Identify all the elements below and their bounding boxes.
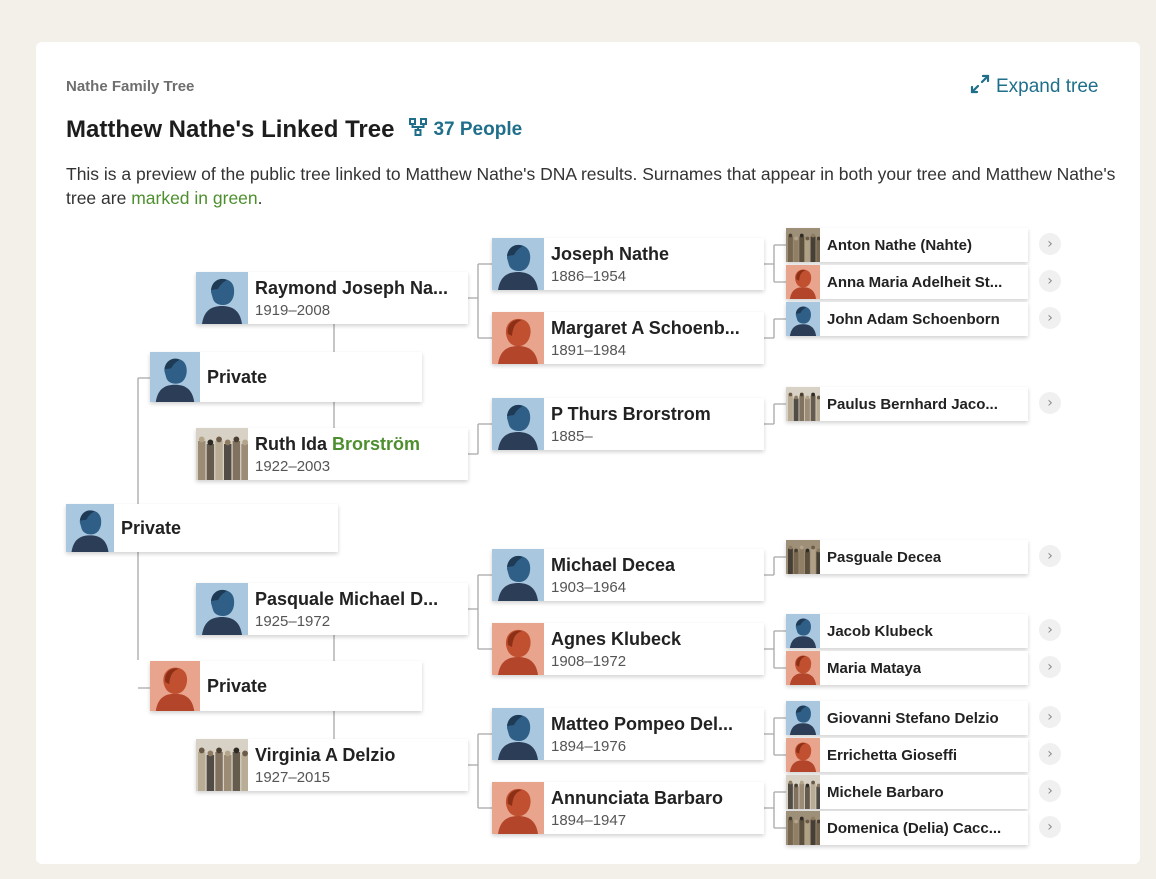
person-avatar-icon xyxy=(786,701,820,735)
chevron-right-icon[interactable]: › xyxy=(1039,233,1061,255)
person-photo xyxy=(196,739,248,791)
person-dates: 1885– xyxy=(551,427,593,445)
person-photo xyxy=(196,428,248,480)
person-avatar-icon xyxy=(492,782,544,834)
person-name: Agnes Klubeck xyxy=(551,628,682,649)
person-name: John Adam Schoenborn xyxy=(827,310,1000,328)
person-photo xyxy=(786,387,820,421)
person-dates: 1894–1976 xyxy=(551,737,627,755)
person-name: Pasquale Michael D... xyxy=(255,588,439,609)
person-name: Maria Mataya xyxy=(827,659,922,677)
parent-2-card[interactable]: Private xyxy=(150,661,422,711)
person-name: Errichetta Gioseffi xyxy=(827,746,958,764)
grandparent-3-card[interactable]: Pasquale Michael D... 1925–1972 xyxy=(196,583,468,635)
parent-1-card[interactable]: Private xyxy=(150,352,422,402)
person-name: Anna Maria Adelheit St... xyxy=(827,273,1003,291)
person-dates: 1908–1972 xyxy=(551,652,627,670)
person-avatar-icon xyxy=(492,708,544,760)
chevron-right-icon[interactable]: › xyxy=(1039,619,1061,641)
person-avatar-icon xyxy=(786,651,820,685)
chevron-right-icon[interactable]: › xyxy=(1039,780,1061,802)
chevron-right-icon[interactable]: › xyxy=(1039,307,1061,329)
person-name: Annunciata Barbaro xyxy=(551,787,724,808)
person-avatar-icon xyxy=(492,312,544,364)
great-grandparent-6-card[interactable]: Matteo Pompeo Del... 1894–1976 xyxy=(492,708,764,760)
person-avatar-icon xyxy=(66,504,114,552)
person-name: Paulus Bernhard Jaco... xyxy=(827,395,998,413)
person-dates: 1903–1964 xyxy=(551,578,627,596)
ancestor-gen4-11-card[interactable]: Domenica (Delia) Cacc... xyxy=(786,811,1028,845)
person-name: Jacob Klubeck xyxy=(827,622,933,640)
ancestor-gen4-4-card[interactable]: Paulus Bernhard Jaco... xyxy=(786,387,1028,421)
person-avatar-icon xyxy=(150,661,200,711)
person-avatar-icon xyxy=(150,352,200,402)
ancestor-gen4-6-card[interactable]: Jacob Klubeck xyxy=(786,614,1028,648)
person-dates: 1886–1954 xyxy=(551,267,627,285)
great-grandparent-7-card[interactable]: Annunciata Barbaro 1894–1947 xyxy=(492,782,764,834)
great-grandparent-2-card[interactable]: Margaret A Schoenb... 1891–1984 xyxy=(492,312,764,364)
person-dates: 1922–2003 xyxy=(255,457,331,475)
grandparent-1-card[interactable]: Raymond Joseph Na... 1919–2008 xyxy=(196,272,468,324)
person-name: Domenica (Delia) Cacc... xyxy=(827,819,1002,837)
chevron-right-icon[interactable]: › xyxy=(1039,656,1061,678)
ancestor-gen4-8-card[interactable]: Giovanni Stefano Delzio xyxy=(786,701,1028,735)
person-photo xyxy=(786,775,820,809)
person-name: Joseph Nathe xyxy=(551,243,670,264)
person-name: Pasguale Decea xyxy=(827,548,942,566)
person-photo xyxy=(786,811,820,845)
person-avatar-icon xyxy=(196,272,248,324)
person-name: Private xyxy=(207,366,268,387)
person-avatar-icon xyxy=(786,738,820,772)
chevron-right-icon[interactable]: › xyxy=(1039,270,1061,292)
great-grandparent-3-card[interactable]: P Thurs Brorstrom 1885– xyxy=(492,398,764,450)
root-person-card[interactable]: Private xyxy=(66,504,338,552)
person-avatar-icon xyxy=(492,238,544,290)
person-name: Private xyxy=(207,675,268,696)
ancestor-gen4-2-card[interactable]: Anna Maria Adelheit St... xyxy=(786,265,1028,299)
person-name: P Thurs Brorstrom xyxy=(551,403,711,424)
person-name: Michael Decea xyxy=(551,554,676,575)
person-name: Private xyxy=(121,517,182,538)
person-avatar-icon xyxy=(492,623,544,675)
person-name: Anton Nathe (Nahte) xyxy=(827,236,972,254)
person-avatar-icon xyxy=(786,614,820,648)
person-dates: 1925–1972 xyxy=(255,612,331,630)
chevron-right-icon[interactable]: › xyxy=(1039,706,1061,728)
person-photo xyxy=(786,228,820,262)
ancestor-gen4-3-card[interactable]: John Adam Schoenborn xyxy=(786,302,1028,336)
great-grandparent-1-card[interactable]: Joseph Nathe 1886–1954 xyxy=(492,238,764,290)
ancestor-gen4-1-card[interactable]: Anton Nathe (Nahte) xyxy=(786,228,1028,262)
person-dates: 1927–2015 xyxy=(255,768,331,786)
person-name: Giovanni Stefano Delzio xyxy=(827,709,999,727)
person-dates: 1919–2008 xyxy=(255,301,331,319)
person-avatar-icon xyxy=(786,265,820,299)
person-dates: 1891–1984 xyxy=(551,341,627,359)
ancestor-gen4-5-card[interactable]: Pasguale Decea xyxy=(786,540,1028,574)
person-avatar-icon xyxy=(786,302,820,336)
person-name: Ruth Ida Brorström xyxy=(255,433,421,454)
grandparent-4-card[interactable]: Virginia A Delzio 1927–2015 xyxy=(196,739,468,791)
person-avatar-icon xyxy=(492,549,544,601)
chevron-right-icon[interactable]: › xyxy=(1039,743,1061,765)
person-avatar-icon xyxy=(492,398,544,450)
chevron-right-icon[interactable]: › xyxy=(1039,392,1061,414)
great-grandparent-4-card[interactable]: Michael Decea 1903–1964 xyxy=(492,549,764,601)
person-name: Margaret A Schoenb... xyxy=(551,317,740,338)
chevron-right-icon[interactable]: › xyxy=(1039,816,1061,838)
person-name: Michele Barbaro xyxy=(827,783,944,801)
person-photo xyxy=(786,540,820,574)
ancestor-gen4-9-card[interactable]: Errichetta Gioseffi xyxy=(786,738,1028,772)
person-dates: 1894–1947 xyxy=(551,811,627,829)
person-avatar-icon xyxy=(196,583,248,635)
ancestor-gen4-10-card[interactable]: Michele Barbaro xyxy=(786,775,1028,809)
ancestor-gen4-7-card[interactable]: Maria Mataya xyxy=(786,651,1028,685)
great-grandparent-5-card[interactable]: Agnes Klubeck 1908–1972 xyxy=(492,623,764,675)
person-name: Matteo Pompeo Del... xyxy=(551,713,734,734)
person-name: Raymond Joseph Na... xyxy=(255,277,449,298)
grandparent-2-card[interactable]: Ruth Ida Brorström 1922–2003 xyxy=(196,428,468,480)
person-name: Virginia A Delzio xyxy=(255,744,396,765)
chevron-right-icon[interactable]: › xyxy=(1039,545,1061,567)
